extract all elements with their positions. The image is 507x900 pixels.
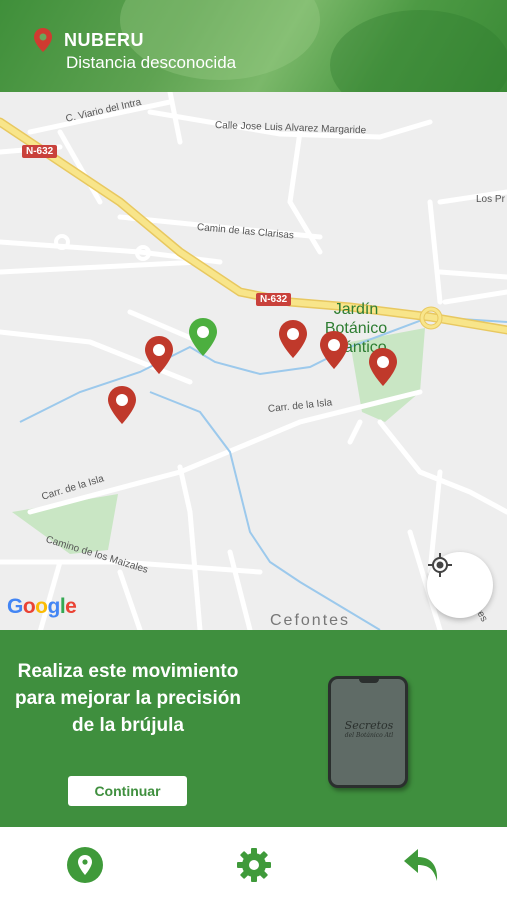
compass-calibration-panel: Realiza este movimiento para mejorar la …: [0, 630, 507, 827]
header-decoration: [330, 10, 507, 92]
nav-map-button[interactable]: [65, 845, 105, 885]
my-location-button[interactable]: [427, 552, 493, 618]
google-logo: Google: [7, 595, 77, 618]
poi-marker[interactable]: [318, 330, 350, 370]
poi-marker[interactable]: [143, 335, 175, 375]
crosshair-icon: [428, 553, 452, 577]
distance-label: Distancia desconocida: [66, 53, 237, 72]
nav-back-button[interactable]: [402, 845, 442, 885]
bottom-navigation: [0, 827, 507, 900]
map-view[interactable]: C. Viario del Intra Calle Jose Luis Alva…: [0, 92, 507, 630]
highway-shield: N-632: [22, 145, 58, 158]
poi-marker[interactable]: [277, 319, 309, 359]
location-pin-icon: [67, 847, 103, 883]
place-title: NUBERU: [64, 30, 145, 50]
highway-shield: N-632: [256, 293, 292, 306]
header: NUBERU Distancia desconocida: [0, 0, 507, 92]
current-location-marker[interactable]: [187, 317, 219, 357]
phone-notch: [359, 678, 379, 683]
poi-marker[interactable]: [367, 347, 399, 387]
back-arrow-icon: [404, 849, 438, 881]
poi-marker[interactable]: [106, 385, 138, 425]
town-label: Cefontes: [270, 612, 351, 629]
phone-illustration: Secretos del Botánico Atl: [328, 676, 408, 788]
continue-button[interactable]: Continuar: [68, 776, 187, 806]
gear-icon: [237, 848, 271, 882]
location-pin-icon: [34, 28, 52, 52]
road-label: Los Pr: [476, 194, 505, 205]
calibration-message: Realiza este movimiento para mejorar la …: [15, 661, 241, 736]
phone-screen-logo: Secretos del Botánico Atl: [344, 719, 394, 739]
nav-settings-button[interactable]: [234, 845, 274, 885]
